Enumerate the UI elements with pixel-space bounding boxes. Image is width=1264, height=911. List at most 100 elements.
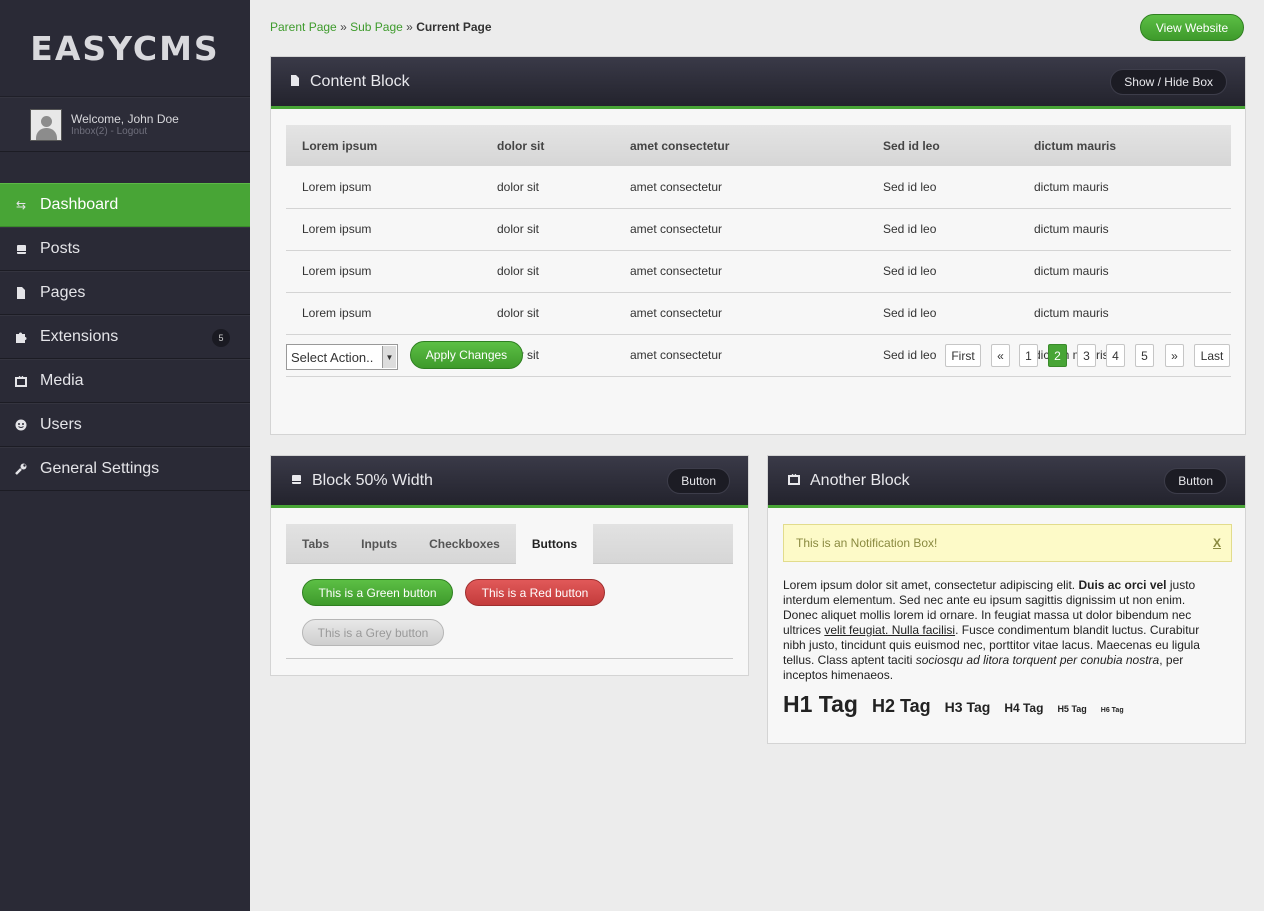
pager-last[interactable]: Last	[1194, 344, 1230, 367]
content-block-title: Content Block	[310, 72, 410, 90]
sidebar-item-general-settings[interactable]: General Settings	[0, 447, 250, 491]
table-row[interactable]: Lorem ipsum dolor sit amet consectetur S…	[286, 208, 1231, 251]
page-icon	[14, 286, 28, 300]
table-cell: Lorem ipsum	[286, 166, 481, 209]
extensions-count-badge: 5	[212, 329, 230, 347]
notification-box: This is an Notification Box! X	[783, 524, 1232, 562]
column-header[interactable]: Lorem ipsum	[286, 125, 481, 166]
table-cell: dolor sit	[481, 166, 614, 209]
data-table: Lorem ipsum dolor sit amet consectetur S…	[286, 125, 1231, 377]
another-block: Another Block Button This is an Notifica…	[767, 455, 1246, 744]
pager-page-1[interactable]: 1	[1019, 344, 1038, 367]
table-cell: dictum mauris	[1018, 166, 1231, 209]
table-cell: amet consectetur	[614, 250, 867, 293]
sidebar-item-label: Dashboard	[40, 196, 119, 213]
table-cell: amet consectetur	[614, 208, 867, 251]
pager-next[interactable]: »	[1165, 344, 1184, 367]
table-cell: Sed id leo	[867, 166, 1018, 209]
h4-sample: H4 Tag	[1004, 701, 1044, 715]
heading-samples: H1 Tag H2 Tag H3 Tag H4 Tag H5 Tag H6 Ta…	[783, 691, 1138, 718]
view-website-button[interactable]: View Website	[1140, 14, 1244, 41]
pager-page-5[interactable]: 5	[1135, 344, 1154, 367]
welcome-text: Welcome, John Doe	[71, 111, 179, 126]
pager-prev[interactable]: «	[991, 344, 1010, 367]
table-cell: dolor sit	[481, 250, 614, 293]
table-cell: amet consectetur	[614, 334, 867, 377]
sidebar: EASYCMS Welcome, John Doe Inbox(2) - Log…	[0, 0, 250, 911]
page-icon	[291, 74, 300, 89]
avatar[interactable]	[30, 108, 62, 141]
select-action-dropdown[interactable]: Select Action.. ▼	[286, 344, 398, 370]
sidebar-item-media[interactable]: Media	[0, 359, 250, 403]
half-block-header: Block 50% Width Button	[271, 456, 748, 508]
sidebar-item-users[interactable]: Users	[0, 403, 250, 447]
breadcrumb-parent-link[interactable]: Parent Page	[270, 20, 337, 34]
sidebar-item-posts[interactable]: Posts	[0, 227, 250, 271]
pager-page-4[interactable]: 4	[1106, 344, 1125, 367]
table-cell: dolor sit	[481, 292, 614, 335]
green-button[interactable]: This is a Green button	[302, 579, 453, 606]
tab-inputs[interactable]: Inputs	[345, 524, 413, 564]
show-hide-box-button[interactable]: Show / Hide Box	[1110, 69, 1227, 95]
grey-button[interactable]: This is a Grey button	[302, 619, 444, 646]
inbox-link[interactable]: Inbox(2)	[71, 126, 108, 137]
half-block-title: Block 50% Width	[312, 471, 433, 489]
pager-page-2[interactable]: 2	[1048, 344, 1067, 367]
table-cell: amet consectetur	[614, 292, 867, 335]
another-block-button[interactable]: Button	[1164, 468, 1227, 494]
notification-text: This is an Notification Box!	[796, 536, 938, 550]
column-header[interactable]: dolor sit	[481, 125, 614, 166]
sidebar-item-label: Extensions	[40, 328, 119, 345]
tab-buttons[interactable]: Buttons	[515, 524, 594, 564]
tab-bar: Tabs Inputs Checkboxes Buttons	[286, 524, 733, 564]
table-row[interactable]: Lorem ipsum dolor sit amet consectetur S…	[286, 292, 1231, 335]
smiley-icon	[14, 418, 28, 432]
tab-checkboxes[interactable]: Checkboxes	[413, 524, 516, 564]
column-header[interactable]: Sed id leo	[867, 125, 1018, 166]
table-cell: Sed id leo	[867, 250, 1018, 293]
table-cell: dictum mauris	[1018, 208, 1231, 251]
tab-tabs[interactable]: Tabs	[286, 524, 345, 564]
table-cell: Sed id leo	[867, 292, 1018, 335]
breadcrumb-separator: »	[406, 20, 413, 34]
half-block-button[interactable]: Button	[667, 468, 730, 494]
para-link[interactable]: velit feugiat. Nulla facilisi	[824, 623, 955, 637]
half-width-block: Block 50% Width Button Tabs Inputs Check…	[270, 455, 749, 676]
breadcrumb-sub-link[interactable]: Sub Page	[350, 20, 403, 34]
sidebar-item-pages[interactable]: Pages	[0, 271, 250, 315]
breadcrumb-current: Current Page	[416, 20, 492, 34]
column-header[interactable]: amet consectetur	[614, 125, 867, 166]
table-cell: Sed id leo	[867, 208, 1018, 251]
table-row[interactable]: Lorem ipsum dolor sit amet consectetur S…	[286, 166, 1231, 209]
close-icon[interactable]: X	[1213, 536, 1221, 550]
sidebar-item-dashboard[interactable]: ⇆ Dashboard	[0, 183, 250, 227]
tv-icon	[14, 374, 28, 388]
breadcrumb: Parent Page » Sub Page » Current Page	[270, 20, 492, 34]
sidebar-item-extensions[interactable]: Extensions 5	[0, 315, 250, 359]
paragraph-text: Lorem ipsum dolor sit amet, consectetur …	[783, 578, 1223, 683]
chevron-down-icon[interactable]: ▼	[382, 346, 396, 368]
logout-link[interactable]: Logout	[117, 126, 148, 137]
logo[interactable]: EASYCMS	[0, 0, 250, 97]
sidebar-item-label: Media	[40, 372, 84, 389]
h2-sample: H2 Tag	[871, 696, 931, 716]
h3-sample: H3 Tag	[944, 699, 991, 715]
table-cell: Lorem ipsum	[286, 208, 481, 251]
sidebar-item-label: Pages	[40, 284, 86, 301]
column-header[interactable]: dictum mauris	[1018, 125, 1231, 166]
pager-page-3[interactable]: 3	[1077, 344, 1096, 367]
select-action-value: Select Action..	[291, 349, 374, 365]
breadcrumb-separator: »	[340, 20, 347, 34]
h1-sample: H1 Tag	[783, 691, 858, 717]
table-cell: Lorem ipsum	[286, 292, 481, 335]
para-bold: Duis ac orci vel	[1078, 578, 1167, 592]
sidebar-item-label: Users	[40, 416, 82, 433]
pager-first[interactable]: First	[945, 344, 981, 367]
book-icon	[14, 242, 28, 256]
refresh-icon: ⇆	[15, 198, 27, 212]
content-block: Content Block Show / Hide Box Lorem ipsu…	[270, 56, 1246, 435]
table-row[interactable]: Lorem ipsum dolor sit amet consectetur S…	[286, 250, 1231, 293]
red-button[interactable]: This is a Red button	[465, 579, 605, 606]
content-block-header: Content Block Show / Hide Box	[271, 57, 1245, 109]
apply-changes-button[interactable]: Apply Changes	[410, 341, 523, 369]
